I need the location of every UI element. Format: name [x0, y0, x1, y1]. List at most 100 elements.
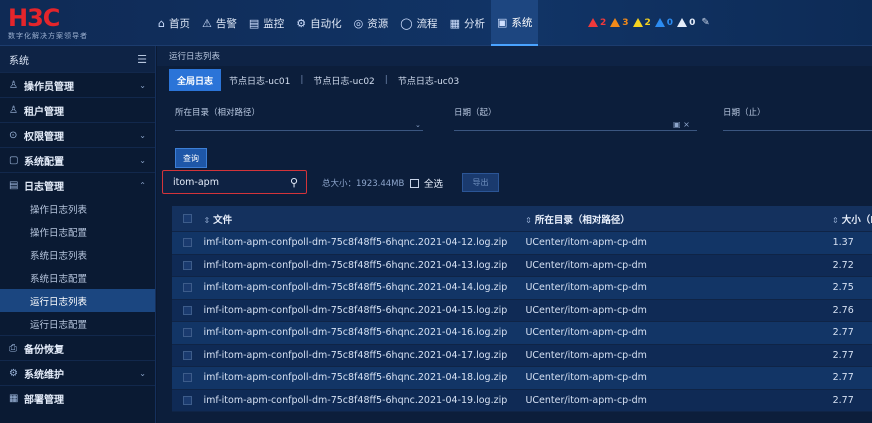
alarm-minor[interactable]: 2 [632, 18, 651, 28]
chevron-down-icon: ⌄ [139, 80, 146, 90]
table-row[interactable]: imf-itom-apm-confpoll-dm-75c8f48ff5-6hqn… [172, 277, 872, 300]
table-header-row: ⇕文件 ⇕所在目录（相对路径） ⇕大小（M [172, 206, 872, 232]
row-checkbox[interactable] [183, 260, 193, 270]
alarm-major-icon [610, 18, 621, 27]
cell-dir: UCenter/itom-apm-cp-dm [525, 282, 647, 294]
sort-icon[interactable]: ⇕ [832, 216, 839, 225]
sidebar-item-operator[interactable]: ♙ 操作员管理 ⌄ [0, 72, 155, 97]
cell-file: imf-itom-apm-confpoll-dm-75c8f48ff5-6hqn… [203, 372, 508, 384]
table-row[interactable]: imf-itom-apm-confpoll-dm-75c8f48ff5-6hqn… [172, 367, 872, 390]
date-from-input[interactable] [454, 130, 697, 131]
sidebar-item-label: 日志管理 [24, 181, 64, 193]
row-checkbox[interactable] [183, 305, 193, 315]
alarm-warning[interactable]: 0 [654, 18, 673, 28]
cell-dir: UCenter/itom-apm-cp-dm [525, 394, 647, 406]
search-value: itom-apm [173, 176, 219, 188]
cell-size: 2.75 [832, 282, 854, 294]
table-row[interactable]: imf-itom-apm-confpoll-dm-75c8f48ff5-6hqn… [172, 344, 872, 367]
row-checkbox[interactable] [183, 328, 193, 338]
sidebar-subitem-oplog-config[interactable]: 操作日志配置 [0, 220, 155, 243]
select-all-checkbox[interactable]: 全选 [410, 176, 443, 190]
sort-icon[interactable]: ⇕ [203, 216, 210, 225]
sidebar-item-label: 部署管理 [24, 394, 64, 406]
sidebar-item-tenant[interactable]: ♙ 租户管理 [0, 97, 155, 122]
sidebar-subitem-syslog-config[interactable]: 系统日志配置 [0, 266, 155, 289]
table-row[interactable]: imf-itom-apm-confpoll-dm-75c8f48ff5-6hqn… [172, 299, 872, 322]
chevron-down-icon[interactable]: ⌄ [415, 121, 421, 129]
column-header-file[interactable]: ⇕ 文件 [203, 212, 525, 226]
alarm-major[interactable]: 3 [610, 18, 629, 28]
alarm-summary[interactable]: 2 3 2 0 0 ✎ [588, 17, 710, 28]
search-icon[interactable]: ⚲ [290, 176, 298, 189]
search-input[interactable]: itom-apm ⚲ [162, 170, 307, 194]
chevron-down-icon: ⌄ [139, 368, 146, 378]
header-checkbox-cell[interactable] [172, 214, 203, 223]
column-header-dir[interactable]: ⇕ 所在目录（相对路径） [525, 212, 832, 226]
cell-file: imf-itom-apm-confpoll-dm-75c8f48ff5-6hqn… [203, 304, 508, 316]
chevron-down-icon: ⌄ [139, 130, 146, 140]
tab-node-uc03[interactable]: 节点日志-uc03 [390, 69, 467, 91]
sidebar-item-deploy[interactable]: ▦ 部署管理 [0, 385, 155, 410]
nav-alarm[interactable]: ⚠ 告警 [196, 0, 243, 46]
log-file-table: ⇕文件 ⇕所在目录（相对路径） ⇕大小（M imf-itom-apm-confp… [172, 206, 872, 412]
alarm-count: 2 [600, 17, 607, 28]
nav-label: 资源 [367, 17, 389, 30]
sidebar-subitem-runlog-list[interactable]: 运行日志列表 [0, 289, 155, 312]
nav-analysis[interactable]: ▦ 分析 [444, 0, 491, 46]
table-row[interactable]: imf-itom-apm-confpoll-dm-75c8f48ff5-6hqn… [172, 254, 872, 277]
sidebar-item-sysconfig[interactable]: ▢ 系统配置 ⌄ [0, 147, 155, 172]
user-icon: ♙ [9, 104, 18, 116]
logo-tagline: 数字化解决方案领导者 [8, 32, 88, 40]
dir-filter-select[interactable] [175, 130, 423, 131]
table-row[interactable]: imf-itom-apm-confpoll-dm-75c8f48ff5-6hqn… [172, 322, 872, 345]
tab-separator: | [384, 75, 388, 85]
tab-global-log[interactable]: 全局日志 [169, 69, 222, 91]
cell-dir: UCenter/itom-apm-cp-dm [525, 304, 647, 316]
date-to-input[interactable] [723, 130, 872, 131]
nav-label: 首页 [168, 17, 190, 30]
sidebar-subitem-runlog-config[interactable]: 运行日志配置 [0, 312, 155, 335]
alarm-info[interactable]: 0 [677, 18, 695, 28]
tab-node-uc01[interactable]: 节点日志-uc01 [221, 69, 298, 91]
table-row[interactable]: imf-itom-apm-confpoll-dm-75c8f48ff5-6hqn… [172, 232, 872, 255]
nav-monitor[interactable]: ▤ 监控 [243, 0, 290, 46]
cell-size: 2.76 [832, 304, 854, 316]
table-row[interactable]: imf-itom-apm-confpoll-dm-75c8f48ff5-6hqn… [172, 389, 872, 412]
nav-home[interactable]: ⌂ 首页 [152, 0, 196, 46]
sidebar-item-backup[interactable]: ⎙ 备份恢复 [0, 335, 155, 360]
sidebar-subitem-oplog-list[interactable]: 操作日志列表 [0, 197, 155, 220]
sort-icon[interactable]: ⇕ [525, 216, 532, 225]
export-button[interactable]: 导出 [462, 173, 499, 192]
row-checkbox[interactable] [183, 350, 193, 360]
row-checkbox[interactable] [183, 238, 193, 248]
sidebar-item-label: 租户管理 [24, 106, 64, 118]
deploy-icon: ▦ [9, 392, 19, 404]
alarm-critical[interactable]: 2 [588, 18, 606, 28]
cell-file: imf-itom-apm-confpoll-dm-75c8f48ff5-6hqn… [203, 327, 508, 339]
sidebar-item-log[interactable]: ▤ 日志管理 ⌃ [0, 172, 155, 197]
nav-process[interactable]: ◯ 流程 [394, 0, 443, 46]
nav-resource[interactable]: ◎ 资源 [348, 0, 395, 46]
process-icon: ◯ [400, 16, 413, 30]
nav-automation[interactable]: ⚙ 自动化 [290, 0, 347, 46]
nav-system[interactable]: ▣ 系统 [490, 0, 539, 46]
column-header-size[interactable]: ⇕大小（M [832, 212, 872, 226]
row-checkbox[interactable] [183, 283, 193, 293]
cell-dir: UCenter/itom-apm-cp-dm [525, 237, 647, 249]
header-checkbox[interactable] [183, 214, 193, 223]
sidebar-item-permission[interactable]: ⊙ 权限管理 ⌄ [0, 122, 155, 147]
checkbox-box[interactable] [410, 178, 419, 188]
sidebar-item-label: 系统配置 [24, 156, 64, 168]
calendar-icon[interactable]: ▣ × [673, 120, 690, 129]
row-checkbox[interactable] [183, 373, 193, 383]
query-button[interactable]: 查询 [175, 148, 207, 168]
monitor-icon: ▤ [248, 16, 260, 30]
collapse-menu-icon[interactable]: ☰ [137, 53, 147, 66]
sidebar-item-maintenance[interactable]: ⚙ 系统维护 ⌄ [0, 360, 155, 385]
tab-bar: 全局日志 节点日志-uc01 | 节点日志-uc02 | 节点日志-uc03 [169, 69, 467, 91]
sidebar-subitem-syslog-list[interactable]: 系统日志列表 [0, 243, 155, 266]
mute-bell-icon[interactable]: ✎ [701, 17, 709, 28]
cell-file: imf-itom-apm-confpoll-dm-75c8f48ff5-6hqn… [203, 237, 508, 249]
row-checkbox[interactable] [183, 395, 193, 405]
tab-node-uc02[interactable]: 节点日志-uc02 [305, 69, 382, 91]
